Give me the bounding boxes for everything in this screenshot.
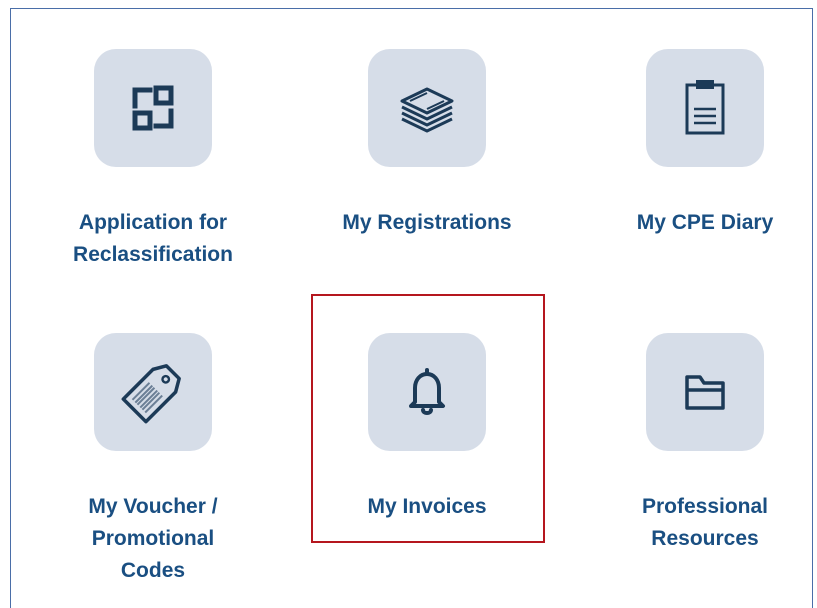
tile-professional-resources[interactable]: Professional Resources [607,333,803,555]
voucher-icon-box[interactable] [94,333,212,451]
layers-stack-icon [400,87,454,133]
invoices-icon-box[interactable] [368,333,486,451]
tile-label[interactable]: My Voucher / Promotional Codes [88,491,217,587]
tile-label[interactable]: My Registrations [342,207,511,239]
tile-label[interactable]: My Invoices [367,491,486,523]
tile-my-invoices[interactable]: My Invoices [329,333,525,523]
cpe-diary-icon-box[interactable] [646,49,764,167]
tile-my-registrations[interactable]: My Registrations [329,49,525,239]
clipboard-icon [685,80,725,135]
tile-label[interactable]: Professional Resources [642,491,768,555]
tile-my-cpe-diary[interactable]: My CPE Diary [607,49,803,239]
tile-my-voucher-promotional-codes[interactable]: My Voucher / Promotional Codes [55,333,251,587]
folder-icon [685,375,725,410]
tile-application-for-reclassification[interactable]: Application for Reclassification [55,49,251,271]
registrations-icon-box[interactable] [368,49,486,167]
resources-icon-box[interactable] [646,333,764,451]
tile-label[interactable]: Application for Reclassification [73,207,233,271]
bell-icon [409,368,445,415]
tag-icon [121,364,181,424]
tile-label[interactable]: My CPE Diary [637,207,774,239]
reclassification-icon-box[interactable] [94,49,212,167]
reclassification-icon [132,85,174,131]
